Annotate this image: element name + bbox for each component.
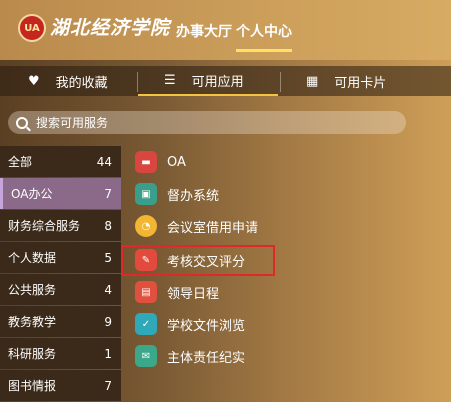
category-research[interactable]: 科研服务 1: [0, 338, 121, 369]
meeting-room-icon: ◔: [135, 215, 157, 237]
tab-available-apps[interactable]: ☰ 可用应用: [138, 66, 278, 96]
category-finance[interactable]: 财务综合服务 8: [0, 210, 121, 241]
search-icon: [16, 116, 28, 129]
category-count: 9: [104, 314, 112, 329]
app-label: 学校文件浏览: [167, 318, 246, 334]
search-placeholder: 搜索可用服务: [36, 116, 109, 130]
category-count: 8: [104, 218, 112, 233]
category-label: 科研服务: [8, 347, 57, 361]
category-sidebar: 全部 44 OA办公 7 财务综合服务 8 个人数据 5 公共服务 4 教务教学…: [0, 146, 121, 402]
category-teaching[interactable]: 教务教学 9: [0, 306, 121, 337]
app-leader-schedule[interactable]: ▤ 领导日程: [135, 278, 219, 306]
category-label: 公共服务: [8, 283, 57, 297]
category-personal-data[interactable]: 个人数据 5: [0, 242, 121, 273]
tab-bar: ♥ 我的收藏 ☰ 可用应用 ▦ 可用卡片: [0, 66, 451, 96]
school-name: 湖北经济学院: [50, 17, 171, 39]
highlight-box: [121, 245, 275, 276]
app-label: 主体责任纪实: [167, 350, 246, 366]
search-input[interactable]: 搜索可用服务: [8, 111, 406, 134]
school-logo[interactable]: UA: [18, 14, 46, 42]
category-label: OA办公: [11, 187, 53, 201]
app-label: 督办系统: [167, 188, 220, 204]
category-count: 4: [104, 282, 112, 297]
list-icon: ☰: [164, 72, 176, 88]
category-count: 44: [96, 154, 112, 169]
category-oa-office[interactable]: OA办公 7: [0, 178, 121, 209]
category-count: 7: [104, 186, 112, 201]
category-count: 5: [104, 250, 112, 265]
oa-icon: ▬: [135, 151, 157, 173]
file-browse-icon: ✓: [135, 313, 157, 335]
category-count: 7: [104, 378, 112, 393]
schedule-icon: ▤: [135, 281, 157, 303]
category-label: 图书情报: [8, 379, 57, 393]
app-label: OA: [167, 154, 186, 170]
category-library[interactable]: 图书情报 7: [0, 370, 121, 401]
top-header: UA 湖北经济学院 办事大厅 个人中心: [0, 0, 451, 60]
grid-icon: ▦: [306, 73, 319, 89]
category-count: 1: [104, 346, 112, 361]
tab-favorites[interactable]: ♥ 我的收藏: [28, 66, 136, 96]
app-list: ▬ OA ▣ 督办系统 ◔ 会议室借用申请 ✎ 考核交叉评分 ▤ 领导日程 ✓ …: [121, 146, 451, 402]
responsibility-icon: ✉: [135, 345, 157, 367]
category-label: 个人数据: [8, 251, 57, 265]
category-label: 教务教学: [8, 315, 57, 329]
category-public-service[interactable]: 公共服务 4: [0, 274, 121, 305]
nav-personal-center[interactable]: 个人中心: [236, 20, 292, 52]
app-file-browse[interactable]: ✓ 学校文件浏览: [135, 310, 245, 338]
app-responsibility[interactable]: ✉ 主体责任纪实: [135, 342, 245, 370]
category-all[interactable]: 全部 44: [0, 146, 121, 177]
category-label: 全部: [8, 155, 33, 169]
supervision-icon: ▣: [135, 183, 157, 205]
app-oa[interactable]: ▬ OA: [135, 148, 186, 176]
tab-label: 可用卡片: [334, 75, 387, 91]
app-supervision[interactable]: ▣ 督办系统: [135, 180, 219, 208]
tab-label: 我的收藏: [55, 75, 108, 91]
nav-service-hall[interactable]: 办事大厅: [176, 20, 232, 44]
tab-label: 可用应用: [191, 74, 244, 90]
tab-available-cards[interactable]: ▦ 可用卡片: [306, 66, 451, 96]
tab-divider: [280, 72, 281, 92]
category-label: 财务综合服务: [8, 219, 81, 233]
app-label: 会议室借用申请: [167, 220, 259, 236]
app-label: 领导日程: [167, 286, 220, 302]
app-meeting-room[interactable]: ◔ 会议室借用申请: [135, 212, 258, 240]
heart-icon: ♥: [28, 73, 40, 89]
